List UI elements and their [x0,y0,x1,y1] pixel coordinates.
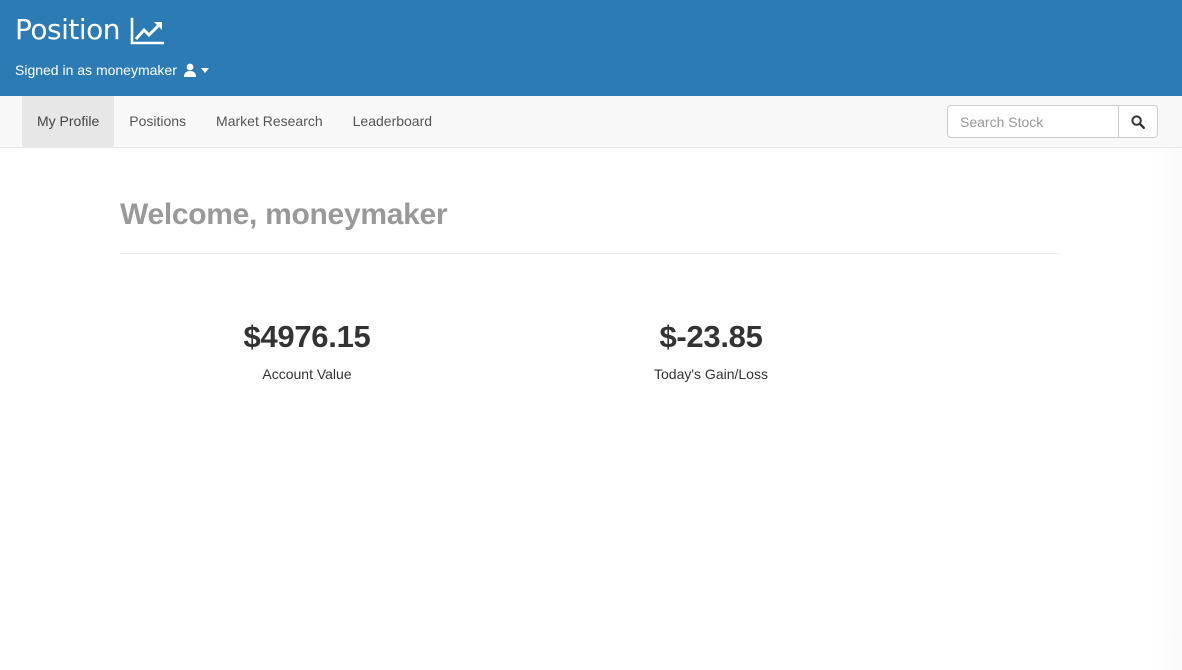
caret-down-icon [200,67,209,73]
search-input[interactable] [947,105,1119,138]
gain-loss-label: Today's Gain/Loss [654,366,768,382]
nav-item-market-research[interactable]: Market Research [201,96,338,147]
user-menu-toggle[interactable]: Signed in as moneymaker [15,62,209,78]
search-button[interactable] [1119,105,1158,138]
header: Position Signed in as moneymaker [0,0,1182,96]
nav-item-leaderboard[interactable]: Leaderboard [338,96,447,147]
account-value-stat: $4976.15 Account Value [157,318,457,382]
signed-in-label: Signed in as moneymaker [15,62,177,78]
line-chart-icon [130,17,165,44]
page-edge-shadow [1156,148,1182,670]
page-title: Welcome, moneymaker [120,198,448,231]
gain-loss-stat: $-23.85 Today's Gain/Loss [561,318,861,382]
search-icon [1131,114,1145,129]
user-icon [183,63,196,77]
account-value-label: Account Value [262,366,352,382]
nav-menu: My Profile Positions Market Research Lea… [22,96,447,147]
nav-item-positions[interactable]: Positions [114,96,201,147]
brand-title[interactable]: Position [15,13,121,46]
navbar: My Profile Positions Market Research Lea… [0,96,1182,148]
gain-loss-value: $-23.85 [659,319,763,354]
brand[interactable]: Position [15,13,165,46]
search-form [947,105,1158,138]
nav-item-my-profile[interactable]: My Profile [22,96,115,147]
divider [120,253,1060,254]
account-value: $4976.15 [243,319,371,354]
